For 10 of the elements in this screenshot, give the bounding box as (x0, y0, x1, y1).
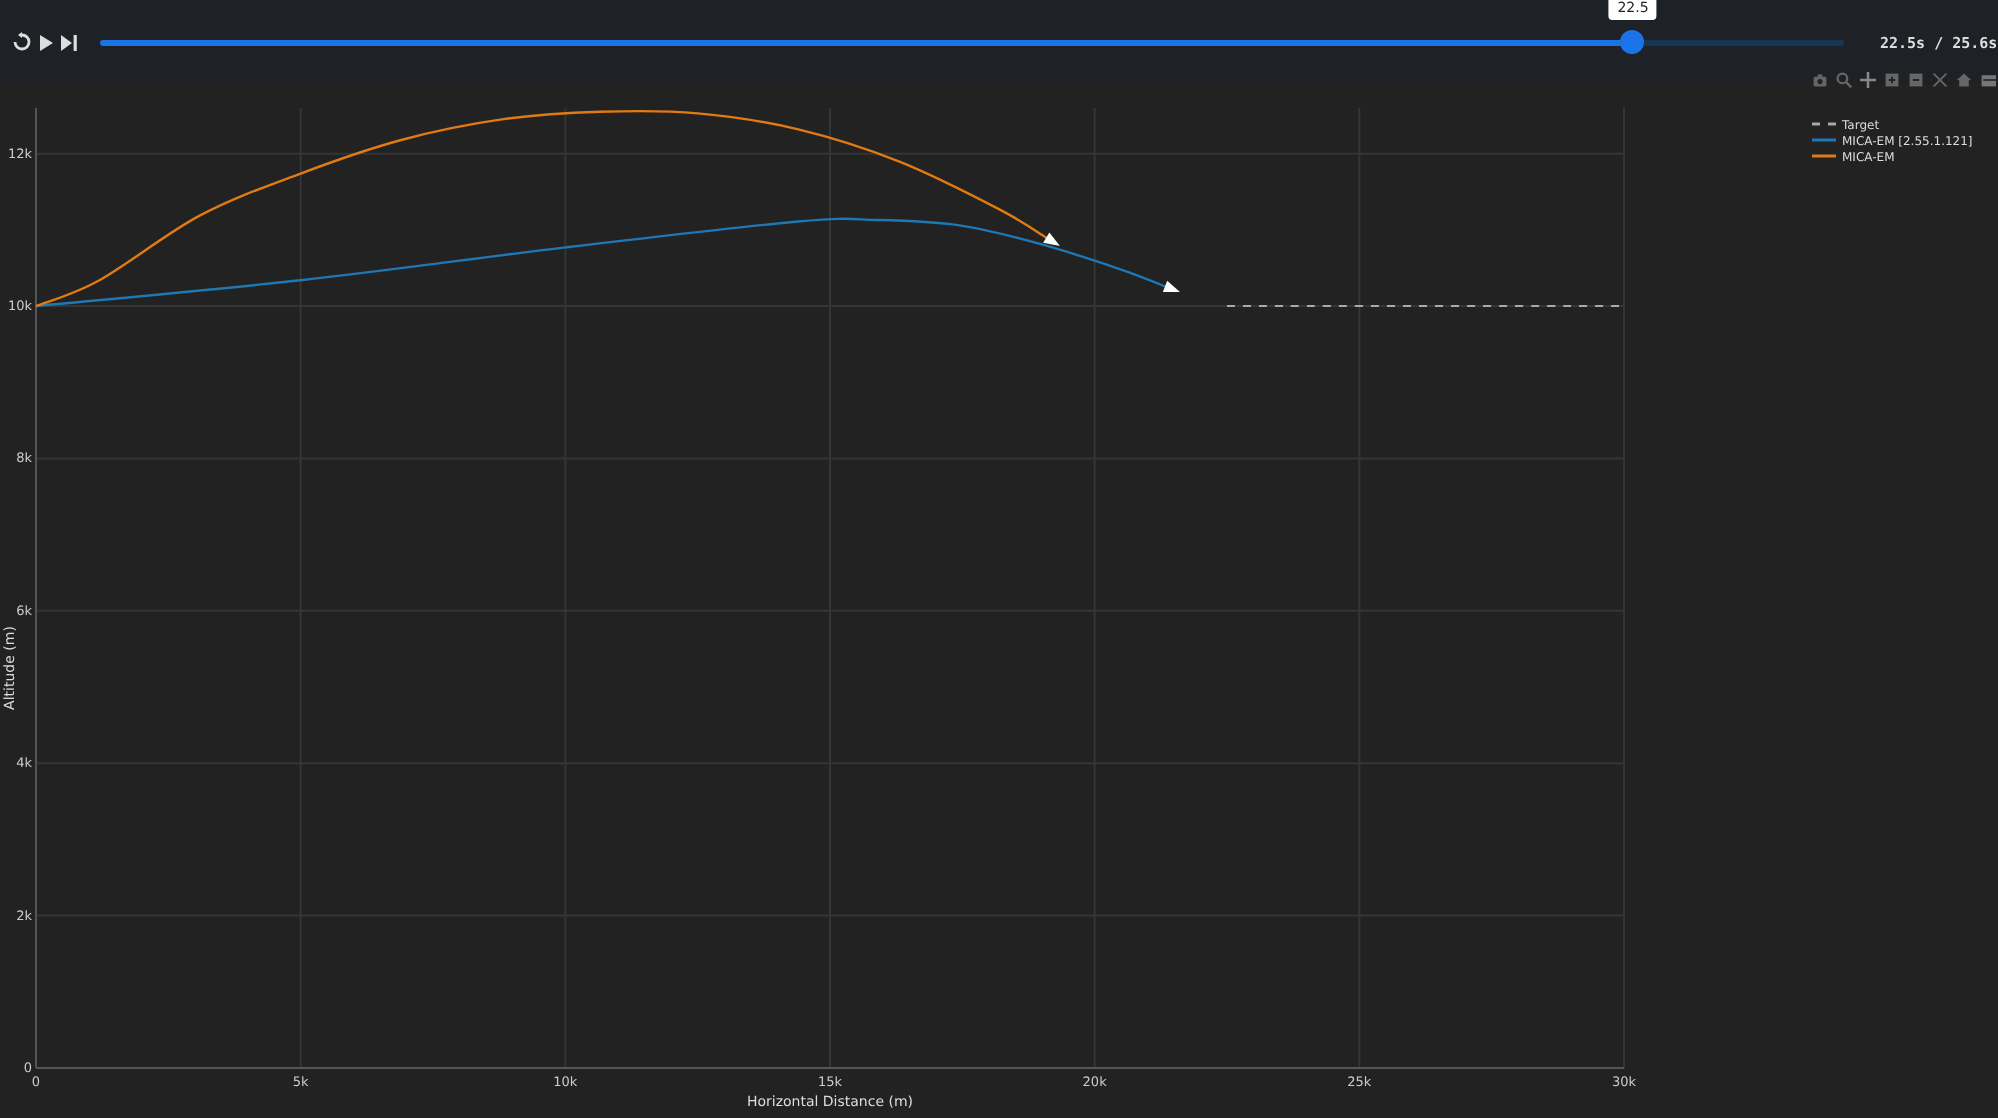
time-slider[interactable] (100, 30, 1844, 54)
arrow-marker-icon (1162, 280, 1180, 293)
autoscale-icon[interactable] (1930, 72, 1950, 88)
camera-icon[interactable] (1810, 72, 1830, 88)
zoom-icon[interactable] (1834, 72, 1854, 88)
spike-lines-icon[interactable] (1978, 72, 1998, 88)
pan-icon[interactable] (1858, 72, 1878, 88)
arrow-marker-icon (1043, 232, 1060, 247)
slider-thumb[interactable] (1620, 30, 1645, 54)
home-icon[interactable] (1954, 72, 1974, 88)
